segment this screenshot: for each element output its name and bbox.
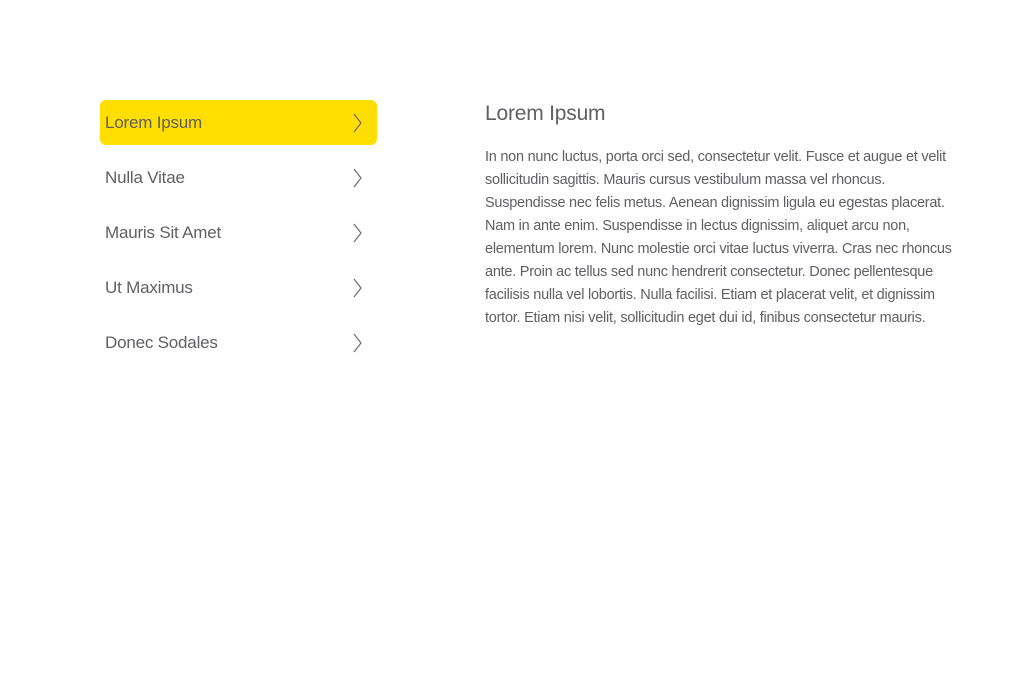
side-menu: Lorem Ipsum Nulla Vitae Mauris Sit Amet …: [100, 100, 377, 375]
menu-item-ut-maximus[interactable]: Ut Maximus: [100, 265, 377, 310]
chevron-right-icon: [353, 333, 362, 352]
menu-item-label: Mauris Sit Amet: [105, 222, 222, 242]
chevron-right-icon: [353, 278, 362, 297]
menu-item-mauris-sit-amet[interactable]: Mauris Sit Amet: [100, 210, 377, 255]
chevron-right-icon: [353, 113, 362, 132]
menu-item-nulla-vitae[interactable]: Nulla Vitae: [100, 155, 377, 200]
content-body-text: In non nunc luctus, porta orci sed, cons…: [485, 149, 952, 326]
content-panel: Lorem Ipsum In non nunc luctus, porta or…: [485, 102, 955, 330]
content-title: Lorem Ipsum: [485, 102, 606, 125]
menu-item-label: Lorem Ipsum: [105, 112, 203, 132]
menu-item-label: Nulla Vitae: [105, 167, 185, 187]
menu-item-label: Ut Maximus: [105, 277, 193, 297]
chevron-right-icon: [353, 168, 362, 187]
menu-item-donec-sodales[interactable]: Donec Sodales: [100, 320, 377, 365]
chevron-right-icon: [353, 223, 362, 242]
menu-item-lorem-ipsum[interactable]: Lorem Ipsum: [100, 100, 377, 145]
menu-item-label: Donec Sodales: [105, 332, 218, 352]
